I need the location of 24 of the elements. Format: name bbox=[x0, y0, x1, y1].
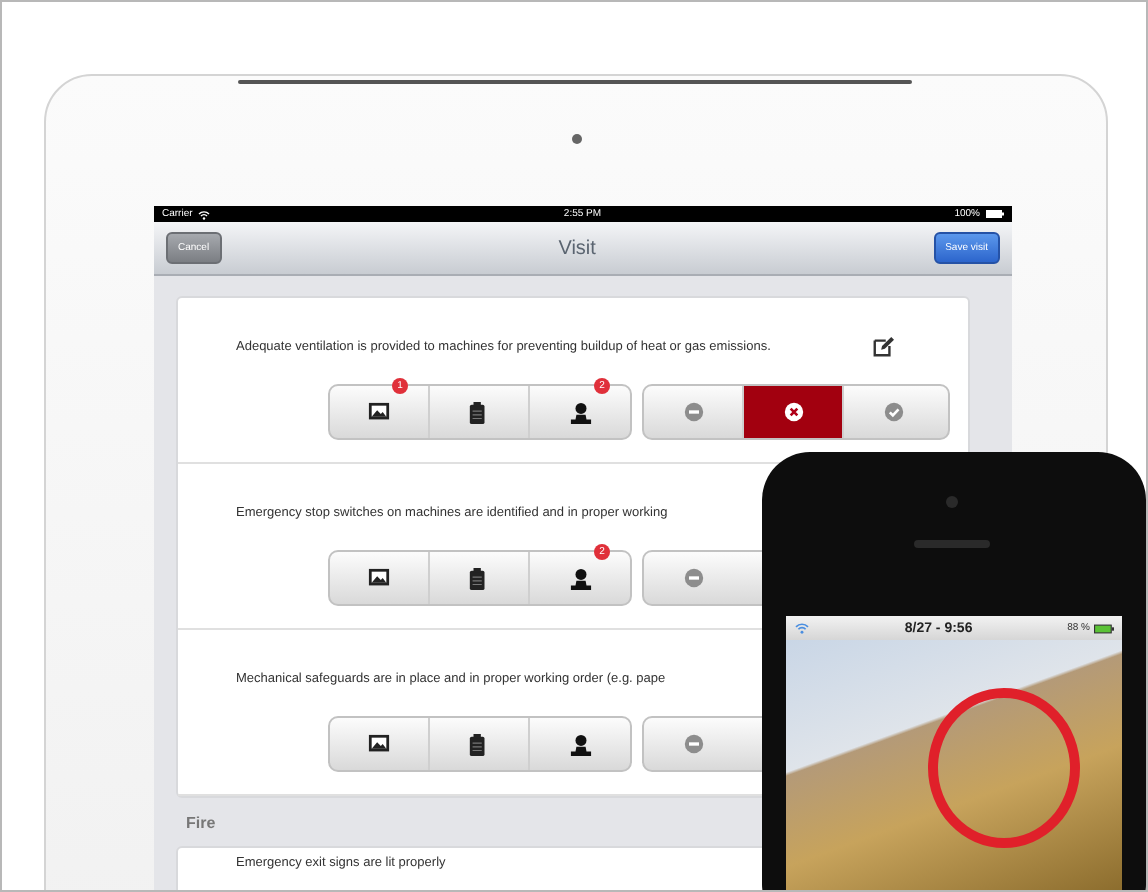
clipboard-icon bbox=[468, 401, 490, 423]
person-icon bbox=[569, 733, 591, 755]
battery-icon bbox=[985, 210, 1004, 218]
wifi-icon bbox=[794, 622, 810, 634]
minus-circle-icon bbox=[684, 734, 704, 754]
minus-circle-icon bbox=[683, 402, 703, 422]
camera-lens bbox=[572, 134, 582, 144]
person-icon bbox=[569, 567, 591, 589]
clipboard-icon bbox=[468, 567, 490, 589]
screen-title: Visit bbox=[556, 237, 598, 259]
edit-icon bbox=[872, 335, 894, 357]
person-icon bbox=[569, 401, 591, 423]
picture-icon bbox=[368, 733, 390, 755]
picture-icon bbox=[368, 401, 390, 423]
clipboard-icon bbox=[468, 733, 490, 755]
answer-button[interactable] bbox=[744, 386, 844, 438]
picture-icon bbox=[368, 567, 390, 589]
cross-circle-icon bbox=[783, 402, 803, 422]
check-circle-icon bbox=[884, 402, 904, 422]
battery-icon bbox=[1093, 623, 1114, 633]
section-title: Fire bbox=[186, 813, 216, 831]
wifi-icon bbox=[198, 209, 211, 219]
minus-circle-icon bbox=[684, 568, 704, 588]
camera-lens bbox=[946, 496, 958, 508]
